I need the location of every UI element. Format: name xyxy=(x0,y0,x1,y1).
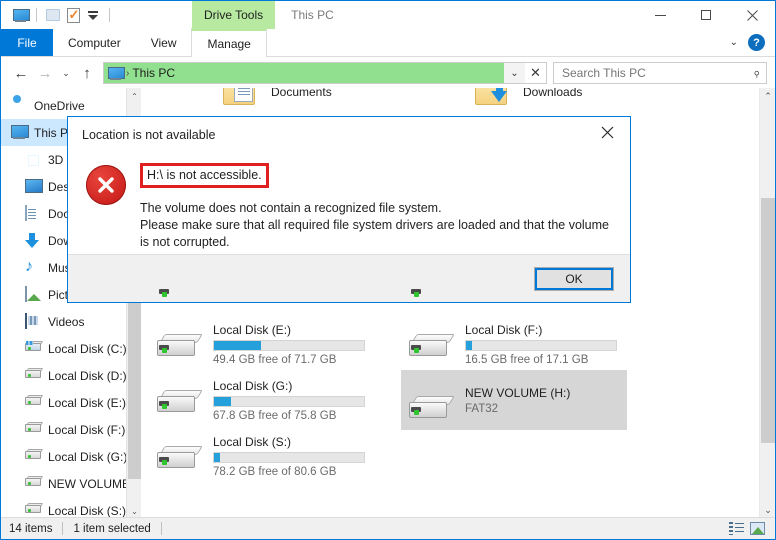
file-explorer-window: Drive Tools This PC File Computer View M… xyxy=(0,0,776,540)
ok-button[interactable]: OK xyxy=(534,267,614,291)
error-headline-annotation: H:\ is not accessible. xyxy=(140,163,269,188)
dialog-text-block: H:\ is not accessible. The volume does n… xyxy=(140,159,616,254)
error-detail-line-2: Please make sure that all required file … xyxy=(140,217,610,251)
close-icon[interactable] xyxy=(585,117,630,147)
error-icon xyxy=(86,165,126,205)
dialog-title: Location is not available xyxy=(82,128,215,142)
dialog-title-bar: Location is not available xyxy=(68,117,630,153)
dialog-body: H:\ is not accessible. The volume does n… xyxy=(68,153,630,254)
error-headline: H:\ is not accessible. xyxy=(147,168,262,182)
error-detail-line-1: The volume does not contain a recognized… xyxy=(140,200,610,217)
dialog-footer: OK xyxy=(68,254,630,302)
dialog-overlay: Location is not available H:\ is not acc… xyxy=(1,1,775,539)
location-not-available-dialog: Location is not available H:\ is not acc… xyxy=(67,116,631,303)
